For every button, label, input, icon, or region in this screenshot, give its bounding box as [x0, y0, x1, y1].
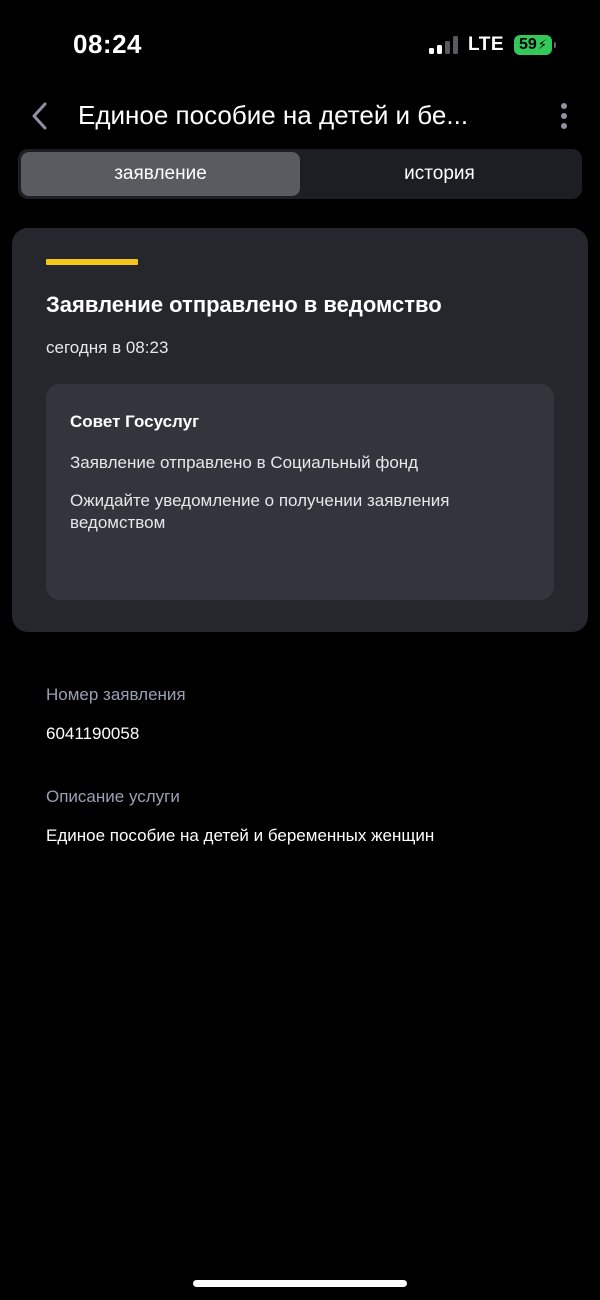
application-number-label: Номер заявления [46, 685, 186, 704]
charging-bolt-icon: ⚡ [537, 37, 547, 52]
more-dot-icon [561, 113, 567, 119]
status-progress-bar [46, 259, 138, 265]
status-time: 08:24 [73, 29, 142, 59]
message-line: Заявление отправлено в Социальный фонд [70, 453, 419, 472]
message-sender: Совет Госуслуг [70, 412, 200, 431]
tab-bar: заявление история [18, 149, 582, 199]
message-line: Ожидайте уведомление о получении заявлен… [70, 491, 450, 532]
advice-message-box: Совет Госуслуг Заявление отправлено в Со… [46, 384, 554, 600]
page-title: Единое пособие на детей и бе... [78, 100, 469, 130]
status-indicators: LTE 59 ⚡ [429, 32, 556, 58]
tab-application[interactable]: заявление [21, 152, 300, 196]
more-dot-icon [561, 123, 567, 129]
back-button[interactable] [22, 96, 58, 136]
service-description-label: Описание услуги [46, 787, 180, 806]
signal-strength-icon [429, 36, 459, 54]
battery-icon: 59 ⚡ [514, 35, 556, 55]
status-card: Заявление отправлено в ведомство сегодня… [12, 228, 588, 632]
network-type: LTE [468, 34, 504, 55]
more-options-button[interactable] [552, 98, 576, 134]
chevron-left-icon [32, 102, 47, 130]
status-title: Заявление отправлено в ведомство [46, 292, 442, 317]
more-dot-icon [561, 103, 567, 109]
application-number-value: 6041190058 [46, 724, 140, 743]
home-indicator[interactable] [193, 1280, 407, 1287]
service-description-value: Единое пособие на детей и беременных жен… [46, 826, 435, 845]
battery-level: 59 [519, 36, 537, 53]
tab-history[interactable]: история [300, 152, 579, 196]
app-header: Единое пособие на детей и бе... [0, 90, 600, 142]
status-date: сегодня в 08:23 [46, 338, 169, 357]
